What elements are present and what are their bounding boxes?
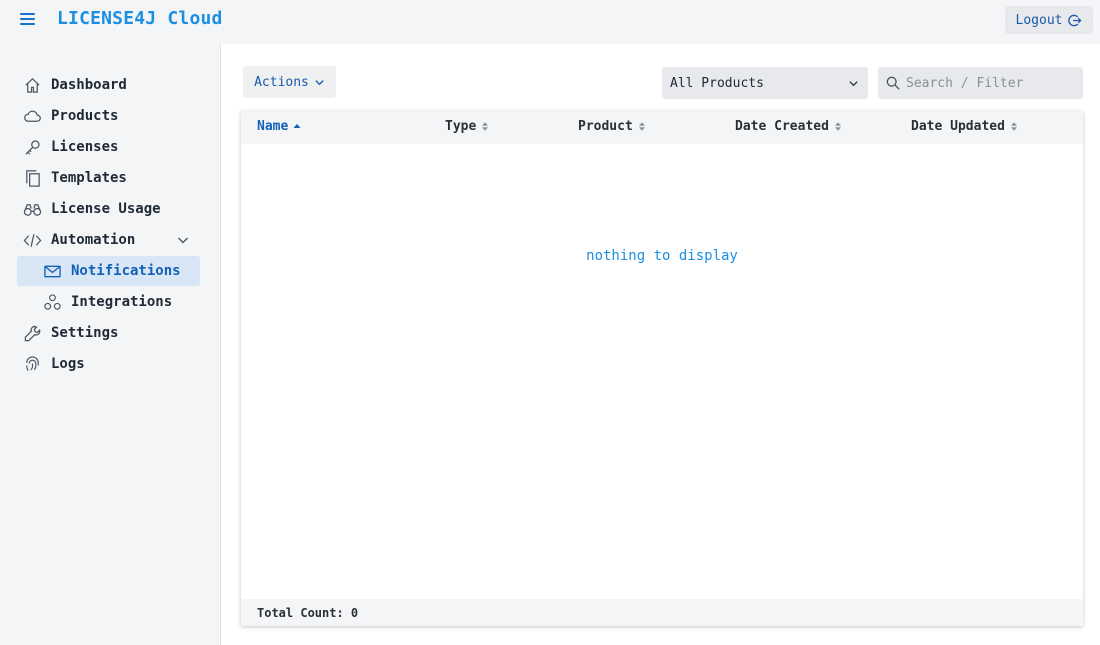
sidebar-item-automation[interactable]: Automation — [17, 225, 200, 255]
sidebar-item-notifications[interactable]: Notifications — [17, 256, 200, 286]
copy-icon — [22, 168, 42, 188]
sidebar-item-licenses[interactable]: Licenses — [17, 132, 200, 162]
sidebar-item-settings[interactable]: Settings — [17, 318, 200, 348]
wrench-icon — [22, 323, 42, 343]
column-label: Type — [445, 119, 477, 134]
logout-label: Logout — [1015, 12, 1063, 28]
cloud-icon — [22, 106, 42, 126]
binoculars-icon — [22, 199, 42, 219]
chevron-down-icon — [849, 81, 858, 87]
chevron-down-icon[interactable] — [176, 233, 190, 247]
logout-button[interactable]: Logout — [1005, 6, 1093, 34]
sidebar-item-label: Settings — [51, 325, 119, 341]
envelope-icon — [42, 261, 62, 281]
sidebar-item-dashboard[interactable]: Dashboard — [17, 70, 200, 100]
actions-label: Actions — [254, 74, 309, 90]
sidebar-item-label: Logs — [51, 356, 85, 372]
sidebar-item-logs[interactable]: Logs — [17, 349, 200, 379]
column-header-type[interactable]: Type — [445, 119, 489, 134]
column-header-name[interactable]: Name — [257, 119, 301, 134]
sidebar: Dashboard Products Licenses Templates Li… — [0, 44, 221, 645]
product-filter-select[interactable]: All Products — [662, 67, 868, 99]
column-label: Date Created — [735, 119, 829, 134]
column-header-date-created[interactable]: Date Created — [735, 119, 842, 134]
home-icon — [22, 75, 42, 95]
column-header-product[interactable]: Product — [578, 119, 646, 134]
app-title[interactable]: LICENSE4J Cloud — [57, 8, 223, 29]
column-label: Date Updated — [911, 119, 1005, 134]
product-filter-value: All Products — [670, 75, 764, 91]
notifications-table: Name Type Product Date Created Date Upda… — [241, 111, 1083, 626]
sidebar-item-label: Licenses — [51, 139, 119, 155]
sidebar-item-templates[interactable]: Templates — [17, 163, 200, 193]
key-icon — [22, 137, 42, 157]
sidebar-item-label: License Usage — [51, 201, 161, 217]
sidebar-item-label: Dashboard — [51, 77, 127, 93]
sidebar-item-label: Integrations — [71, 294, 173, 310]
sort-icon — [834, 122, 841, 131]
column-label: Product — [578, 119, 633, 134]
chevron-down-icon — [315, 79, 324, 85]
main-content: Actions All Products Name Type Product D… — [221, 44, 1100, 645]
sidebar-item-label: Notifications — [71, 263, 181, 279]
menu-icon[interactable] — [20, 13, 35, 27]
sidebar-item-label: Automation — [51, 232, 136, 248]
top-bar: LICENSE4J Cloud Logout — [0, 0, 1100, 44]
sidebar-item-products[interactable]: Products — [17, 101, 200, 131]
actions-dropdown-button[interactable]: Actions — [243, 66, 336, 98]
code-icon — [22, 230, 42, 250]
sort-icon — [482, 122, 489, 131]
search-filter-box[interactable] — [878, 67, 1083, 99]
sort-icon — [1010, 122, 1017, 131]
table-header: Name Type Product Date Created Date Upda… — [241, 111, 1083, 144]
logout-icon — [1068, 14, 1083, 26]
sort-ascending-icon — [293, 124, 301, 128]
sidebar-item-label: Products — [51, 108, 119, 124]
sort-icon — [638, 122, 645, 131]
integrations-icon — [42, 292, 62, 312]
search-icon — [886, 76, 900, 90]
sidebar-item-label: Templates — [51, 170, 127, 186]
column-header-date-updated[interactable]: Date Updated — [911, 119, 1018, 134]
search-input[interactable] — [878, 67, 1083, 99]
empty-table-message: nothing to display — [586, 248, 738, 264]
fingerprint-icon — [22, 354, 42, 374]
sidebar-item-license-usage[interactable]: License Usage — [17, 194, 200, 224]
table-footer-total-count: Total Count: 0 — [241, 599, 1083, 626]
sidebar-item-integrations[interactable]: Integrations — [17, 287, 200, 317]
column-label: Name — [257, 119, 289, 134]
